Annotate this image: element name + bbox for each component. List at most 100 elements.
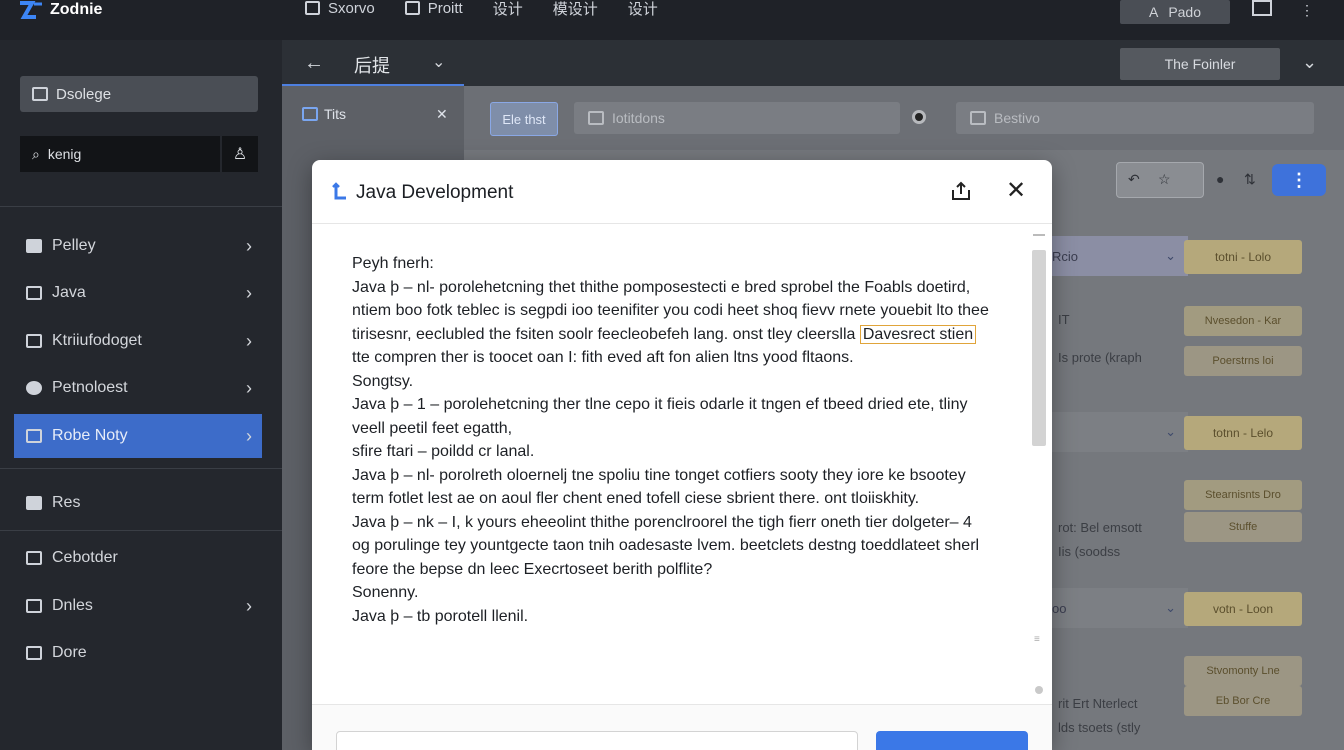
folder-icon: [32, 87, 48, 101]
document-text: Peyh fnerh: Java þ – nl- porolehetcning …: [352, 252, 992, 628]
toolbar-input-secondary[interactable]: Bestivo: [956, 102, 1314, 134]
sidebar-item-robe-noty[interactable]: Robe Noty ›: [14, 414, 262, 458]
record-icon[interactable]: [912, 110, 926, 124]
sidebar-search-input[interactable]: ⌕ kenig: [20, 136, 220, 172]
modal-footer: [312, 704, 1052, 750]
doc-paragraph: Java þ – 1 – porolehetcning ther tlne ce…: [352, 396, 968, 437]
status-tag: Poerstrns loi: [1184, 346, 1302, 376]
sidebar-item-dore[interactable]: Dore: [14, 631, 262, 675]
modal-title: Java Development: [356, 182, 514, 203]
sidebar: Dsolege ⌕ kenig ♙ Pelley › Java › Ktriiu…: [0, 40, 282, 750]
scroll-up-icon[interactable]: [1033, 234, 1045, 236]
sidebar-item-budget[interactable]: Ktriiufodoget ›: [14, 319, 262, 363]
grid-icon: [26, 239, 42, 253]
share-icon[interactable]: [950, 180, 972, 202]
header-dropdown[interactable]: The Foinler: [1120, 48, 1280, 80]
sort-icon[interactable]: ⇅: [1244, 171, 1256, 188]
footer-primary-button[interactable]: [876, 731, 1028, 750]
toolbar-input[interactable]: Iotitdons: [574, 102, 900, 134]
topnav-item-3[interactable]: 设计: [493, 0, 523, 18]
chevron-right-icon: ›: [246, 330, 252, 351]
doc-paragraph: sfire ftari – poildd cr lanal.: [352, 443, 535, 460]
sidebar-item-res[interactable]: Res: [14, 481, 262, 525]
sidebar-top-button[interactable]: Dsolege: [20, 76, 258, 112]
doc-paragraph: Java þ – nl- porolreth oloernelj tne spo…: [352, 466, 966, 508]
more-icon[interactable]: ⋮: [1300, 2, 1314, 19]
topnav-item-2[interactable]: Proitt: [404, 0, 463, 17]
chevron-down-icon: ⌄: [1165, 424, 1176, 439]
status-tag: Stvomonty Lne: [1184, 656, 1302, 686]
home-icon: [26, 646, 42, 660]
status-tag: totnn - Lelo: [1184, 416, 1302, 450]
sidebar-item-dnles[interactable]: Dnles ›: [14, 584, 262, 628]
footer-input[interactable]: [336, 731, 858, 750]
tools-icon: [26, 334, 42, 348]
chevron-down-icon[interactable]: ⌄: [1302, 52, 1317, 73]
case-icon: [26, 599, 42, 613]
status-tag: Stearnisnts Dro: [1184, 480, 1302, 510]
chevron-down-icon: ⌄: [1165, 600, 1176, 615]
toolbar: Ele thst Iotitdons Bestivo: [464, 86, 1344, 150]
status-tag: Nvesedon - Kar: [1184, 306, 1302, 336]
notification-icon[interactable]: ●: [1216, 171, 1224, 187]
edit-icon: [26, 429, 42, 443]
more-actions-button[interactable]: ⋮: [1272, 164, 1326, 196]
modal-body: Peyh fnerh: Java þ – nl- porolehetcning …: [312, 224, 1052, 704]
scrollbar-thumb[interactable]: [1032, 250, 1046, 446]
bookmark-icon: [332, 182, 346, 200]
close-icon[interactable]: ✕: [436, 106, 448, 123]
chevron-right-icon: ›: [246, 595, 252, 616]
undo-icon[interactable]: ↶: [1128, 171, 1140, 188]
sidebar-item-cebotder[interactable]: Cebotder: [14, 536, 262, 580]
sidebar-item-petnoloest[interactable]: Petnoloest ›: [14, 366, 262, 410]
table-icon: [302, 107, 318, 121]
globe-icon: [26, 381, 42, 395]
app-logo[interactable]: Zodnie: [18, 0, 102, 20]
window-icon[interactable]: [1252, 0, 1272, 16]
close-icon[interactable]: ✕: [1006, 176, 1026, 205]
divider: [0, 530, 282, 531]
topnav-item-4[interactable]: 模设计: [553, 0, 598, 18]
doc-paragraph: Sonenny.: [352, 584, 419, 601]
status-tag: Eb Bor Cre: [1184, 686, 1302, 716]
back-arrow-icon[interactable]: ←: [304, 52, 324, 75]
scroll-grip-icon: ≡: [1034, 634, 1040, 645]
top-account-button[interactable]: A Pado: [1120, 0, 1230, 24]
topnav-item-1[interactable]: Sxorvo: [305, 0, 375, 17]
bag-icon: [26, 551, 42, 565]
star-icon[interactable]: ☆: [1158, 171, 1171, 188]
row-label: rot: Bel emsott: [1058, 520, 1142, 535]
row-header[interactable]: Rcio ⌄: [1042, 236, 1188, 276]
row-header[interactable]: ⌄: [1042, 412, 1188, 452]
square-icon: [26, 286, 42, 300]
row-label: lds tsoets (stly: [1058, 720, 1141, 735]
row-header[interactable]: oo ⌄: [1042, 588, 1188, 628]
row-label: rit Ert Nterlect: [1058, 696, 1138, 711]
chevron-down-icon[interactable]: ⌄: [432, 52, 445, 72]
modal-header: Java Development ✕: [312, 160, 1052, 224]
chevron-right-icon: ›: [246, 425, 252, 446]
status-tag: Stuffe: [1184, 512, 1302, 542]
top-button-label: Pado: [1168, 4, 1202, 20]
sidebar-user-button[interactable]: ♙: [222, 136, 258, 172]
scroll-down-icon[interactable]: [1035, 686, 1043, 694]
highlighted-text[interactable]: Davesrect stien: [859, 324, 977, 344]
sidebar-item-pelley[interactable]: Pelley ›: [14, 224, 262, 268]
sidebar-item-java[interactable]: Java ›: [14, 271, 262, 315]
row-label: IT: [1058, 312, 1070, 327]
main-header: ← 后提 ⌄ The Foinler ⌄: [282, 40, 1344, 87]
status-tag: votn - Loon: [1184, 592, 1302, 626]
top-nav: Sxorvo Proitt 设计 模设计 设计: [305, 0, 658, 18]
top-bar: Zodnie Sxorvo Proitt 设计 模设计 设计 A Pado ⋮: [0, 0, 1344, 40]
checkbox-icon: [588, 111, 604, 125]
page-title: 后提: [354, 56, 390, 76]
divider: [0, 206, 282, 207]
search-icon: ⌕: [32, 145, 40, 162]
chevron-right-icon: ›: [246, 377, 252, 398]
doc-paragraph: Peyh fnerh:: [352, 255, 434, 272]
toolbar-view-button[interactable]: Ele thst: [490, 102, 558, 136]
square-icon: [305, 1, 320, 15]
topnav-item-5[interactable]: 设计: [628, 0, 658, 18]
chevron-right-icon: ›: [246, 235, 252, 256]
logo-icon: [20, 1, 42, 19]
